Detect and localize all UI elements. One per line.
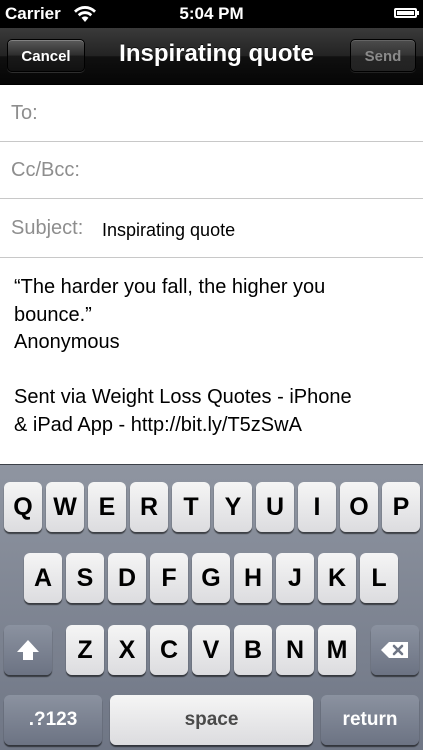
key-s[interactable]: S (66, 553, 104, 603)
key-u[interactable]: U (256, 482, 294, 532)
body-blank-line (14, 357, 414, 385)
key-d[interactable]: D (108, 553, 146, 603)
key-o[interactable]: O (340, 482, 378, 532)
key-i[interactable]: I (298, 482, 336, 532)
key-f[interactable]: F (150, 553, 188, 603)
key-r[interactable]: R (130, 482, 168, 532)
cc-bcc-field[interactable]: Cc/Bcc: (0, 142, 423, 199)
key-x[interactable]: X (108, 625, 146, 675)
battery-icon (394, 8, 419, 18)
key-w[interactable]: W (46, 482, 84, 532)
navigation-bar: Cancel Inspirating quote Send (0, 28, 423, 85)
to-field[interactable]: To: (0, 85, 423, 142)
shift-arrow-icon (4, 625, 52, 675)
key-p[interactable]: P (382, 482, 420, 532)
key-q[interactable]: Q (4, 482, 42, 532)
mail-compose-screen: Carrier 5:04 PM Cancel Inspirating quote… (0, 0, 423, 750)
key-h[interactable]: H (234, 553, 272, 603)
body-line: “The harder you fall, the higher you (14, 276, 326, 298)
to-label: To: (11, 102, 38, 124)
key-y[interactable]: Y (214, 482, 252, 532)
key-v[interactable]: V (192, 625, 230, 675)
status-time: 5:04 PM (179, 4, 244, 23)
body-line: Sent via Weight Loss Quotes - iPhone (14, 386, 352, 408)
send-button[interactable]: Send (350, 39, 416, 72)
cancel-button[interactable]: Cancel (7, 39, 85, 72)
subject-value[interactable]: Inspirating quote (102, 220, 235, 241)
key-g[interactable]: G (192, 553, 230, 603)
key-z[interactable]: Z (66, 625, 104, 675)
shift-key[interactable] (4, 625, 52, 675)
key-a[interactable]: A (24, 553, 62, 603)
key-t[interactable]: T (172, 482, 210, 532)
keyboard: Q W E R T Y U I O P A S D F G H J K L Z … (0, 464, 423, 750)
key-m[interactable]: M (318, 625, 356, 675)
subject-label: Subject: (11, 217, 84, 239)
numbers-key[interactable]: .?123 (4, 695, 102, 745)
return-key[interactable]: return (321, 695, 419, 745)
body-line: bounce.” (14, 303, 92, 326)
key-n[interactable]: N (276, 625, 314, 675)
body-line: & iPad App - http://bit.ly/T5zSwA (14, 413, 302, 436)
body-line: Anonymous (14, 331, 120, 353)
subject-field[interactable]: Subject: Inspirating quote (0, 200, 423, 258)
key-k[interactable]: K (318, 553, 356, 603)
key-c[interactable]: C (150, 625, 188, 675)
page-title: Inspirating quote (119, 40, 314, 67)
cc-bcc-label: Cc/Bcc: (11, 159, 80, 181)
status-bar: Carrier 5:04 PM (0, 0, 423, 28)
message-body[interactable]: “The harder you fall, the higher you bou… (14, 274, 414, 439)
key-b[interactable]: B (234, 625, 272, 675)
key-l[interactable]: L (360, 553, 398, 603)
delete-key[interactable] (371, 625, 419, 675)
key-e[interactable]: E (88, 482, 126, 532)
space-key[interactable]: space (110, 695, 313, 745)
key-j[interactable]: J (276, 553, 314, 603)
backspace-icon (371, 625, 419, 675)
